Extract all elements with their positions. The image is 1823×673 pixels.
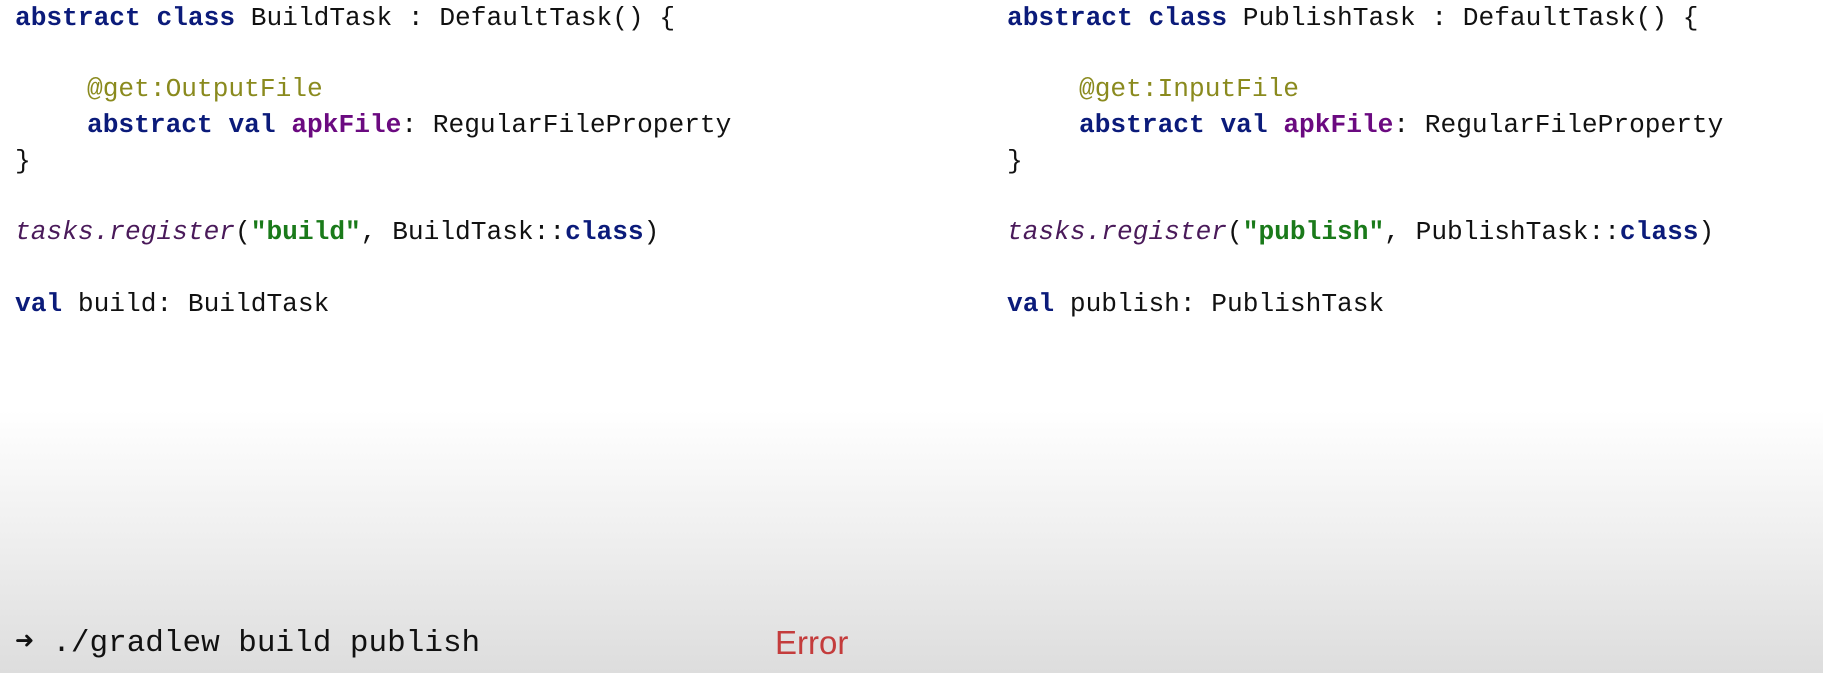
error-status-label: Error xyxy=(775,624,849,661)
left-annotation-line: @get:OutputFile xyxy=(87,71,323,107)
class-reference: , PublishTask:: xyxy=(1384,217,1620,247)
property-name: apkFile xyxy=(1283,110,1394,140)
right-property-line: abstract val apkFile: RegularFilePropert… xyxy=(1079,107,1723,143)
receiver: tasks xyxy=(1007,217,1086,247)
function-name: register xyxy=(1101,217,1228,247)
keyword: class xyxy=(1148,3,1228,33)
property-type: : RegularFileProperty xyxy=(1393,110,1724,140)
keyword: val xyxy=(1007,289,1055,319)
string-literal: "publish" xyxy=(1242,217,1385,247)
right-closing-brace-line: } xyxy=(1007,143,1023,179)
annotation: @get:OutputFile xyxy=(87,74,323,104)
closing-brace: } xyxy=(1007,146,1023,176)
open-paren: ( xyxy=(1227,217,1243,247)
right-val-line: val publish: PublishTask xyxy=(1007,286,1384,322)
keyword: abstract xyxy=(15,3,141,33)
class-signature: BuildTask : DefaultTask() { xyxy=(250,3,676,33)
right-register-line: tasks.register("publish", PublishTask::c… xyxy=(1007,214,1714,250)
function-name: register xyxy=(109,217,236,247)
left-closing-brace-line: } xyxy=(15,143,31,179)
property-type: : RegularFileProperty xyxy=(401,110,732,140)
right-annotation-line: @get:InputFile xyxy=(1079,71,1299,107)
terminal-command-line: ➜ ./gradlew build publish xyxy=(15,622,480,666)
string-literal: "build" xyxy=(250,217,361,247)
receiver: tasks xyxy=(15,217,94,247)
close-paren: ) xyxy=(643,217,660,247)
dot: . xyxy=(1085,217,1102,247)
left-property-line: abstract val apkFile: RegularFilePropert… xyxy=(87,107,731,143)
keyword: abstract xyxy=(1079,110,1205,140)
open-paren: ( xyxy=(235,217,251,247)
keyword: class xyxy=(156,3,236,33)
closing-brace: } xyxy=(15,146,31,176)
val-declaration: build: BuildTask xyxy=(77,289,330,319)
keyword: val xyxy=(228,110,276,140)
val-declaration: publish: PublishTask xyxy=(1069,289,1385,319)
class-reference: , BuildTask:: xyxy=(360,217,566,247)
dot: . xyxy=(93,217,110,247)
left-class-declaration-line: abstract class BuildTask : DefaultTask()… xyxy=(15,0,675,36)
right-class-declaration-line: abstract class PublishTask : DefaultTask… xyxy=(1007,0,1699,36)
keyword: abstract xyxy=(1007,3,1133,33)
keyword: class xyxy=(565,217,644,247)
close-paren: ) xyxy=(1698,217,1715,247)
left-val-line: val build: BuildTask xyxy=(15,286,329,322)
keyword: class xyxy=(1619,217,1699,247)
command-text: ./gradlew build publish xyxy=(52,626,481,661)
keyword: val xyxy=(15,289,63,319)
property-name: apkFile xyxy=(291,110,402,140)
class-signature: PublishTask : DefaultTask() { xyxy=(1242,3,1699,33)
keyword: abstract xyxy=(87,110,213,140)
left-register-line: tasks.register("build", BuildTask::class… xyxy=(15,214,659,250)
keyword: val xyxy=(1220,110,1268,140)
annotation: @get:InputFile xyxy=(1079,74,1300,104)
prompt-arrow-icon: ➜ xyxy=(15,626,34,661)
